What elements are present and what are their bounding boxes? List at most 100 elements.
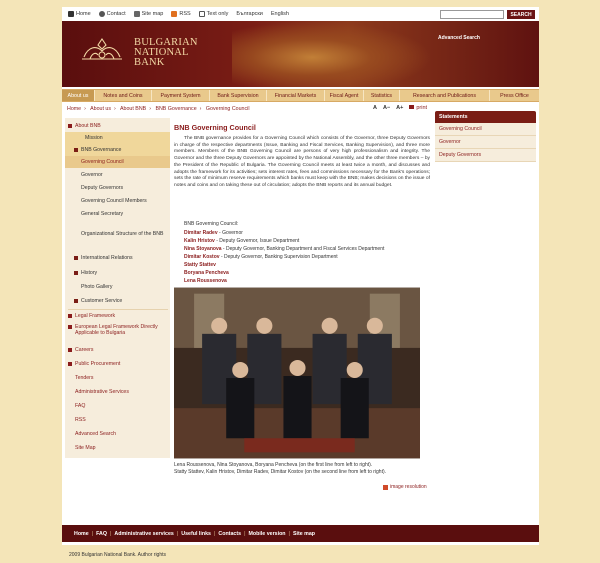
top-link-home[interactable]: Home <box>68 11 91 17</box>
statement-link-governor[interactable]: Governor <box>435 136 536 149</box>
sidebar-item-org-structure[interactable]: Organizational Structure of the BNB <box>65 223 165 245</box>
sidebar-item-governing-council[interactable]: Governing Council <box>65 156 170 168</box>
member-name[interactable]: Statty Stattev <box>184 262 216 268</box>
copyright-text: 2009 Bulgarian National Bank. Author rig… <box>69 552 167 558</box>
print-link[interactable]: print <box>409 105 427 111</box>
member-row: Statty Stattev <box>184 261 384 269</box>
nav-payment-system[interactable]: Payment System <box>152 90 210 101</box>
expand-icon <box>74 299 78 303</box>
footer-link-useful-links[interactable]: Useful links <box>181 531 211 537</box>
member-row: Dimitar Kostov - Deputy Governor, Bankin… <box>184 254 338 260</box>
lang-english[interactable]: English <box>271 11 289 17</box>
statement-link-deputy-governors[interactable]: Deputy Governors <box>435 149 536 162</box>
lang-bulgarian[interactable]: Български <box>236 11 263 17</box>
sidebar-item-customer-service[interactable]: Customer Service <box>65 295 170 307</box>
crumb-home[interactable]: Home <box>67 106 81 112</box>
sidebar-item-careers[interactable]: Careers <box>65 344 170 356</box>
text-tools: A A− A+ print <box>373 105 427 111</box>
member-row: Kalin Hristov - Deputy Governor, Issue D… <box>184 238 300 244</box>
council-label: BNB Governing Council: <box>184 221 239 227</box>
nav-bank-supervision[interactable]: Bank Supervision <box>210 90 267 101</box>
member-name[interactable]: Lena Roussenova <box>184 278 227 284</box>
member-name[interactable]: Kalin Hristov <box>184 238 215 244</box>
footer-link-site-map[interactable]: Site map <box>293 531 315 537</box>
main-navigation: About us Notes and Coins Payment System … <box>62 89 539 102</box>
sidebar-item-governor[interactable]: Governor <box>65 169 170 181</box>
nav-statistics[interactable]: Statistics <box>364 90 400 101</box>
member-row: Nina Stoyanova - Deputy Governor, Bankin… <box>184 246 385 252</box>
crumb-bnb-governance[interactable]: BNB Governance <box>155 106 196 112</box>
nav-fiscal-agent[interactable]: Fiscal Agent <box>325 90 364 101</box>
banner-photo <box>232 21 432 87</box>
expand-icon <box>68 325 72 329</box>
nav-notes-coins[interactable]: Notes and Coins <box>95 90 152 101</box>
member-name[interactable]: Boryana Pencheva <box>184 270 229 276</box>
member-name[interactable]: Dimitar Radev <box>184 230 218 236</box>
sidebar-item-about-bnb[interactable]: About BNB <box>65 120 170 132</box>
header-banner: BULGARIAN NATIONAL BANK Advanced Search <box>62 21 539 87</box>
search-button[interactable]: SEARCH <box>507 10 535 19</box>
nav-financial-markets[interactable]: Financial Markets <box>267 90 325 101</box>
member-name[interactable]: Nina Stoyanova <box>184 246 222 252</box>
sidebar-item-advanced-search[interactable]: Advanced Search <box>65 428 170 440</box>
footer-bar: Home | FAQ | Administrative services | Usef… <box>62 525 539 542</box>
sidebar-item-history[interactable]: History <box>65 267 170 279</box>
footer-link-admin-services[interactable]: Administrative services <box>114 531 173 537</box>
footer-link-mobile[interactable]: Mobile version <box>248 531 285 537</box>
footer-link-home[interactable]: Home <box>74 531 89 537</box>
members-list: Dimitar Radev - Governor Kalin Hristov -… <box>184 229 384 285</box>
sidebar-item-general-secretary[interactable]: General Secretary <box>65 208 170 220</box>
sitemap-icon <box>133 11 140 17</box>
top-link-sitemap[interactable]: Site map <box>133 11 163 17</box>
sidebar-item-faq[interactable]: FAQ <box>65 400 170 412</box>
sidebar-item-admin-services[interactable]: Administrative Services <box>65 386 170 398</box>
search-input[interactable] <box>440 10 504 19</box>
footer-link-faq[interactable]: FAQ <box>96 531 107 537</box>
expand-icon <box>74 271 78 275</box>
footer-link-contacts[interactable]: Contacts <box>218 531 241 537</box>
image-resolution-link[interactable]: image resolution <box>383 484 427 490</box>
sidebar-item-legal-framework[interactable]: Legal Framework <box>65 310 170 322</box>
nav-about-us[interactable]: About us <box>62 90 95 101</box>
page-container: Home Contact Site map RSS Text only Бълг… <box>62 7 539 545</box>
governing-council-photo <box>174 287 420 459</box>
expand-icon <box>68 348 72 352</box>
top-link-text-only[interactable]: Text only <box>198 11 228 17</box>
bank-name-logo: BULGARIAN NATIONAL BANK <box>134 37 198 68</box>
crumb-about-us[interactable]: About us <box>90 106 111 112</box>
collapse-icon <box>68 124 72 128</box>
font-decrease-button[interactable]: A <box>373 105 377 111</box>
contact-icon <box>98 11 105 17</box>
sidebar-item-international-relations[interactable]: International Relations <box>65 252 170 264</box>
crumb-governing-council: Governing Council <box>205 106 250 112</box>
expand-icon <box>68 314 72 318</box>
sidebar-item-council-members[interactable]: Governing Council Members <box>65 195 170 207</box>
crumb-about-bnb[interactable]: About BNB <box>120 106 146 112</box>
expand-icon <box>68 362 72 366</box>
text-only-icon <box>198 11 205 17</box>
top-link-rss[interactable]: RSS <box>171 11 191 17</box>
sidebar-item-tenders[interactable]: Tenders <box>65 372 170 384</box>
sidebar-item-public-procurement[interactable]: Public Procurement <box>65 358 170 370</box>
collapse-icon <box>74 148 78 152</box>
sidebar-item-photo-gallery[interactable]: Photo Gallery <box>65 281 170 293</box>
sidebar-item-site-map[interactable]: Site Map <box>65 442 170 454</box>
font-increase-button[interactable]: A+ <box>396 105 403 111</box>
nav-press-office[interactable]: Press Office <box>490 90 539 101</box>
sidebar-item-mission[interactable]: Mission <box>65 132 170 144</box>
sidebar-item-deputy-governors[interactable]: Deputy Governors <box>65 182 170 194</box>
top-link-contact[interactable]: Contact <box>98 11 126 17</box>
sidebar-item-bnb-governance[interactable]: BNB Governance <box>65 144 170 156</box>
sidebar-item-rss[interactable]: RSS <box>65 414 170 426</box>
photo-caption: Lena Roussenova, Nina Stoyanova, Boryana… <box>174 462 387 475</box>
page-title: BNB Governing Council <box>174 123 256 132</box>
nav-research-publications[interactable]: Research and Publications <box>400 90 490 101</box>
font-normal-button[interactable]: A− <box>383 105 390 111</box>
member-name[interactable]: Dimitar Kostov <box>184 254 220 260</box>
advanced-search-link[interactable]: Advanced Search <box>438 35 480 41</box>
sidebar-item-eu-legal-framework[interactable]: European Legal Framework Directly Applic… <box>65 324 170 340</box>
statement-link-governing-council[interactable]: Governing Council <box>435 123 536 136</box>
member-row: Boryana Pencheva <box>184 269 384 277</box>
print-icon <box>409 105 415 109</box>
bnb-logo-icon[interactable] <box>76 35 128 67</box>
